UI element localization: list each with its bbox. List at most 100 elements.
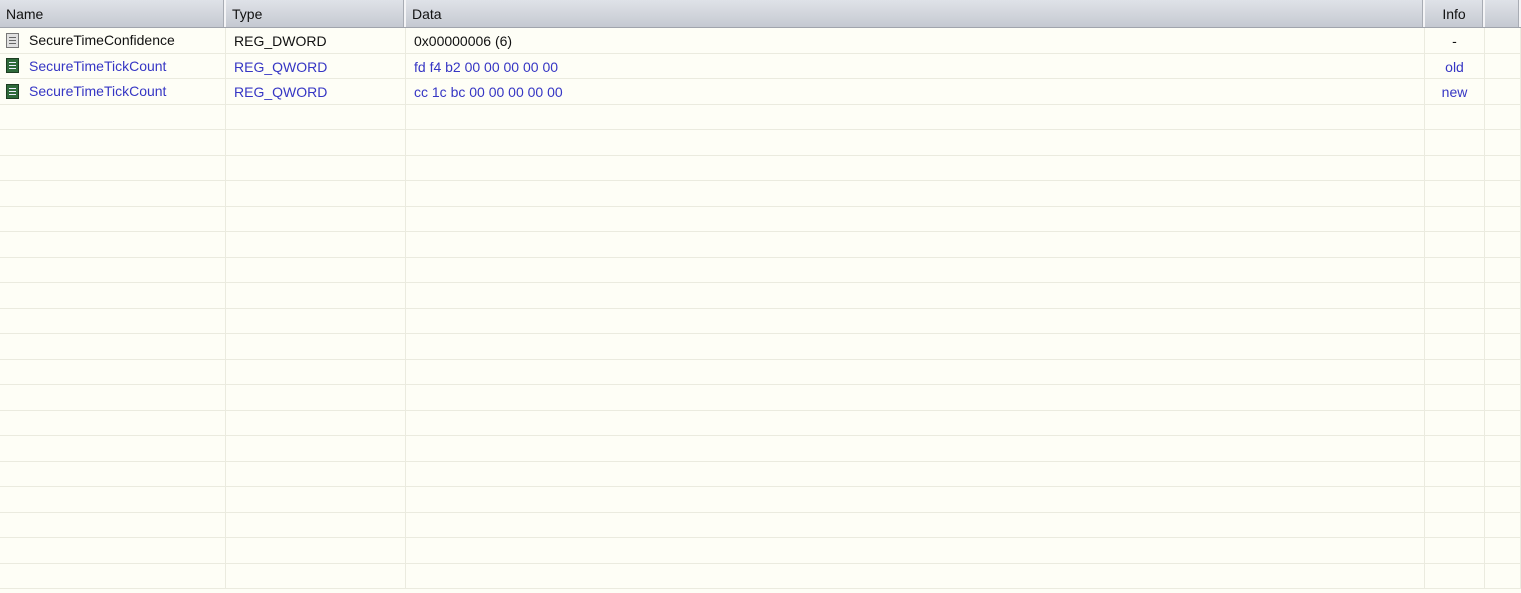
empty-row [0, 385, 1521, 411]
empty-row [0, 257, 1521, 283]
info-cell [1425, 512, 1485, 537]
name-cell: SecureTimeConfidence [0, 28, 226, 53]
info-cell [1425, 538, 1485, 563]
name-cell [0, 104, 226, 129]
type-cell [226, 359, 406, 384]
data-cell [406, 563, 1425, 588]
data-cell [406, 283, 1425, 308]
name-cell: SecureTimeTickCount [0, 53, 226, 78]
data-cell [406, 538, 1425, 563]
type-cell [226, 487, 406, 512]
data-cell [406, 487, 1425, 512]
data-cell [406, 130, 1425, 155]
type-cell [226, 104, 406, 129]
name-cell [0, 181, 226, 206]
column-header-name[interactable]: Name [0, 0, 226, 27]
filler-cell [1485, 334, 1521, 359]
cell-text: fd f4 b2 00 00 00 00 00 [414, 58, 559, 75]
cell-text: 0x00000006 (6) [414, 33, 513, 49]
info-cell [1425, 461, 1485, 486]
data-cell [406, 232, 1425, 257]
cell-text: cc 1c bc 00 00 00 00 00 [414, 84, 563, 100]
info-cell [1425, 334, 1485, 359]
type-cell [226, 232, 406, 257]
empty-row [0, 563, 1521, 589]
type-cell [226, 461, 406, 486]
table-row[interactable]: SecureTimeConfidence REG_DWORD 0x00000006 … [0, 28, 1521, 54]
type-cell: REG_QWORD [226, 53, 406, 78]
column-header-data[interactable]: Data [406, 0, 1425, 27]
empty-row [0, 308, 1521, 334]
info-cell [1425, 232, 1485, 257]
data-cell [406, 436, 1425, 461]
name-cell [0, 563, 226, 588]
table-row[interactable]: SecureTimeTickCount REG_QWORD cc 1c bc 00 … [0, 79, 1521, 105]
name-cell [0, 385, 226, 410]
empty-row [0, 461, 1521, 487]
empty-row [0, 359, 1521, 385]
info-cell [1425, 436, 1485, 461]
filler-cell [1485, 512, 1521, 537]
info-cell [1425, 410, 1485, 435]
name-cell [0, 130, 226, 155]
name-cell [0, 308, 226, 333]
data-cell [406, 206, 1425, 231]
filler-cell [1485, 385, 1521, 410]
filler-cell [1485, 538, 1521, 563]
empty-row [0, 410, 1521, 436]
cell-text: new [1441, 84, 1468, 100]
name-cell [0, 359, 226, 384]
filler-cell [1485, 130, 1521, 155]
column-header-info[interactable]: Info [1425, 0, 1485, 27]
info-cell [1425, 563, 1485, 588]
name-cell [0, 512, 226, 537]
filler-cell [1485, 487, 1521, 512]
data-cell [406, 308, 1425, 333]
data-cell [406, 181, 1425, 206]
info-cell [1425, 283, 1485, 308]
data-cell [406, 512, 1425, 537]
filler-cell [1485, 308, 1521, 333]
filler-cell [1485, 563, 1521, 588]
empty-row [0, 104, 1521, 130]
empty-row [0, 155, 1521, 181]
empty-row [0, 283, 1521, 309]
filler-cell [1485, 155, 1521, 180]
type-cell [226, 436, 406, 461]
type-cell [226, 538, 406, 563]
filler-cell [1485, 461, 1521, 486]
cell-text: SecureTimeConfidence [29, 32, 175, 49]
column-header-type[interactable]: Type [226, 0, 406, 27]
cell-text: old [1445, 58, 1464, 75]
name-cell [0, 410, 226, 435]
type-cell [226, 181, 406, 206]
filler-cell [1485, 283, 1521, 308]
name-cell [0, 155, 226, 180]
column-header-filler [1485, 0, 1521, 27]
type-cell [226, 512, 406, 537]
empty-row [0, 206, 1521, 232]
empty-row [0, 334, 1521, 360]
table-row[interactable]: SecureTimeTickCount REG_QWORD fd f4 b2 00 … [0, 53, 1521, 79]
type-cell [226, 257, 406, 282]
info-cell [1425, 385, 1485, 410]
filler-cell [1485, 232, 1521, 257]
filler-cell [1485, 436, 1521, 461]
info-cell [1425, 206, 1485, 231]
info-cell [1425, 130, 1485, 155]
filler-cell [1485, 28, 1521, 53]
info-cell: - [1425, 28, 1485, 53]
name-cell [0, 206, 226, 231]
cell-text: REG_QWORD [234, 84, 328, 100]
name-cell [0, 538, 226, 563]
cell-text: REG_QWORD [234, 58, 328, 75]
filler-cell [1485, 53, 1521, 78]
empty-row [0, 130, 1521, 156]
data-cell [406, 334, 1425, 359]
data-cell: fd f4 b2 00 00 00 00 00 [406, 53, 1425, 78]
cell-text: SecureTimeTickCount [29, 57, 167, 74]
empty-row [0, 512, 1521, 538]
data-cell [406, 257, 1425, 282]
cell-text: - [1452, 33, 1457, 49]
registry-binary-value-icon [6, 83, 19, 99]
